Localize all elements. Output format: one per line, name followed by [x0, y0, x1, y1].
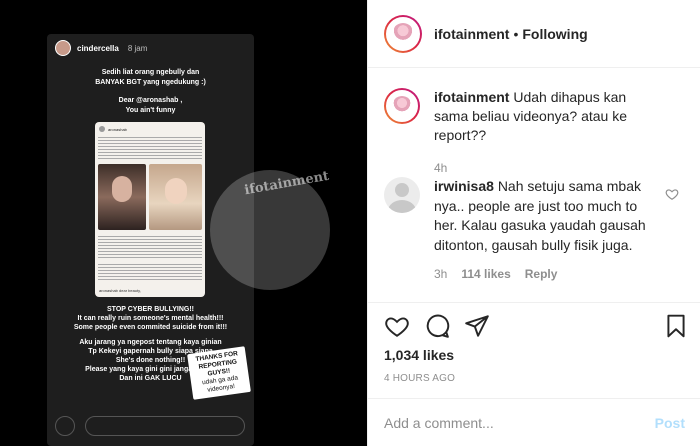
story-username: cindercella	[77, 43, 119, 53]
comment-input[interactable]	[384, 414, 655, 431]
comment-item: irwinisa8 Nah setuju sama mbak nya.. peo…	[384, 177, 664, 285]
card-avatar	[99, 126, 105, 132]
comment-meta: 3h 114 likes Reply	[434, 265, 664, 285]
card-footer: aronashab dear beauty,	[99, 288, 141, 293]
post-comment-button[interactable]: Post	[655, 415, 685, 431]
caption-avatar[interactable]	[384, 88, 420, 124]
story-msg-3: Some people even commited suicide from i…	[73, 324, 228, 331]
share-icon[interactable]	[464, 313, 490, 339]
card-header: aronashab	[99, 126, 127, 132]
caption-username[interactable]: ifotainment	[434, 89, 509, 105]
post-header: ifotainment • Following	[368, 0, 700, 68]
header-username[interactable]: ifotainment	[434, 26, 509, 42]
story-sticker: THANKS FOR REPORTING GUYS!! udah ga ada …	[187, 346, 251, 400]
story-line-4: You ain't funny	[125, 107, 176, 114]
story-line-3: Dear @aronashab ,	[118, 97, 183, 104]
story-avatar	[55, 40, 71, 56]
comment-like-icon[interactable]	[665, 187, 679, 201]
account-avatar[interactable]	[384, 14, 422, 53]
add-comment-bar: Post	[368, 398, 700, 446]
comments-section[interactable]: ifotainment Udah dihapus kan sama beliau…	[368, 70, 700, 302]
story-camera-button	[55, 416, 75, 436]
post-details-panel: ifotainment • Following ifotainment Udah…	[367, 0, 700, 446]
story-reply-bar	[85, 416, 245, 436]
bookmark-icon[interactable]	[663, 313, 689, 339]
header-separator: •	[513, 25, 519, 42]
card-text-block	[98, 135, 202, 161]
caption-time: 4h	[434, 161, 448, 175]
card-text-block-3	[98, 262, 202, 280]
heart-icon[interactable]	[384, 313, 410, 339]
following-button[interactable]: Following	[522, 26, 587, 42]
caption: ifotainment Udah dihapus kan sama beliau…	[384, 88, 664, 178]
card-text-block-2	[98, 234, 202, 260]
post-media[interactable]: cindercella 8 jam Sedih liat orang ngebu…	[0, 0, 367, 446]
card-photo-left	[98, 164, 146, 230]
embedded-post-card: aronashab aronashab dear beauty,	[95, 122, 205, 297]
reply-button[interactable]: Reply	[525, 265, 558, 285]
story-time: 8 jam	[127, 43, 148, 53]
story-header: cindercella 8 jam	[55, 40, 147, 56]
comment-time: 3h	[434, 267, 448, 281]
post-timestamp[interactable]: 4 HOURS AGO	[384, 373, 455, 384]
comment-likes[interactable]: 114 likes	[461, 265, 510, 285]
story-line-1: Sedih liat orang ngebully dan	[101, 69, 200, 76]
story-line-2: BANYAK BGT yang ngedukung :)	[95, 79, 206, 86]
card-username: aronashab	[108, 126, 127, 132]
comment-icon[interactable]	[424, 313, 450, 339]
post-likes[interactable]: 1,034 likes	[384, 347, 454, 363]
card-photo-right	[149, 164, 202, 230]
post-actions: 1,034 likes 4 HOURS AGO	[368, 302, 700, 398]
comment-username[interactable]: irwinisa8	[434, 178, 494, 194]
commenter-avatar[interactable]	[384, 177, 420, 213]
